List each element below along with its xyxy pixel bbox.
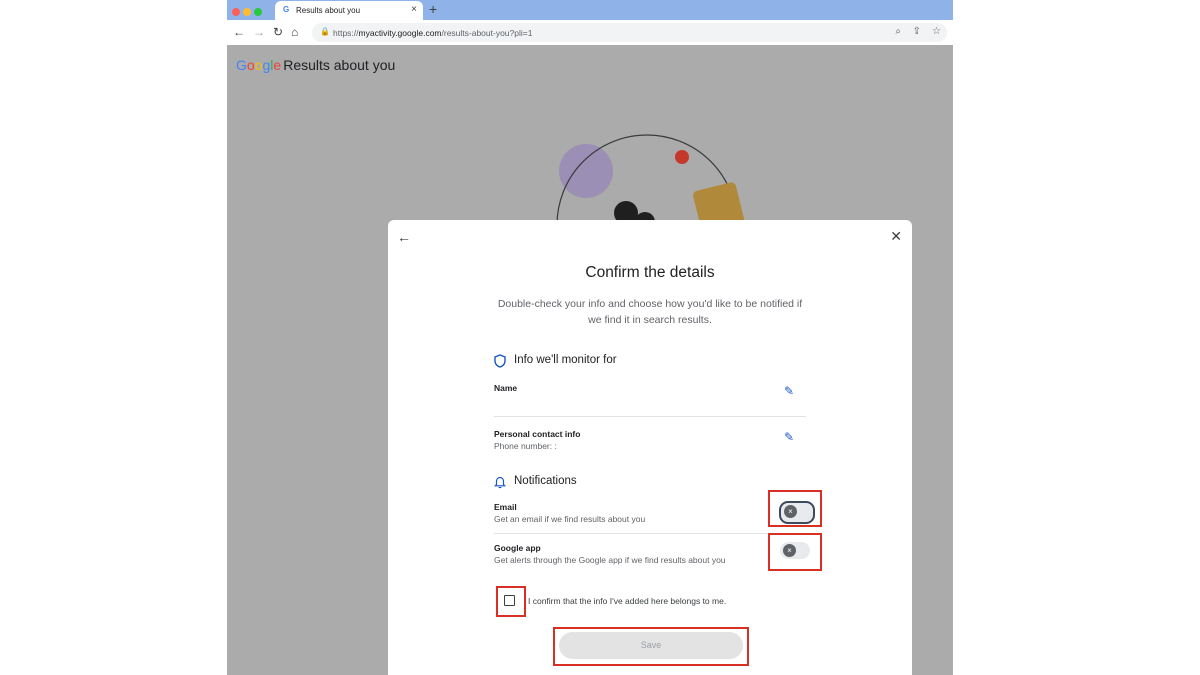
email-label: Email bbox=[494, 502, 517, 512]
divider bbox=[494, 533, 806, 534]
highlight-confirm-checkbox bbox=[496, 586, 526, 617]
divider bbox=[494, 416, 806, 417]
highlight-app-toggle bbox=[768, 533, 822, 571]
highlight-save-button bbox=[553, 627, 749, 666]
google-app-description: Get alerts through the Google app if we … bbox=[494, 555, 726, 565]
email-description: Get an email if we find results about yo… bbox=[494, 514, 646, 524]
browser-window: G Results about you × + ← → ↻ ⌂ 🔒 https:… bbox=[227, 0, 953, 675]
dialog-back-icon[interactable]: ← bbox=[397, 229, 411, 245]
edit-name-pencil-icon[interactable]: ✎ bbox=[784, 384, 794, 398]
confirm-details-dialog: ← ✕ Confirm the details Double-check you… bbox=[388, 220, 912, 675]
contact-label: Personal contact info bbox=[494, 429, 581, 439]
shield-icon bbox=[494, 354, 506, 368]
dialog-close-icon[interactable]: ✕ bbox=[890, 228, 902, 245]
illustration-red-dot bbox=[675, 150, 689, 164]
contact-value: Phone number: : bbox=[494, 441, 557, 451]
name-label: Name bbox=[494, 383, 518, 393]
highlight-email-toggle bbox=[768, 490, 822, 527]
edit-contact-pencil-icon[interactable]: ✎ bbox=[784, 430, 794, 444]
dialog-subtitle: Double-check your info and choose how yo… bbox=[497, 298, 803, 326]
google-app-label: Google app bbox=[494, 543, 541, 553]
dialog-title: Confirm the details bbox=[585, 264, 715, 281]
illustration-purple-circle bbox=[559, 144, 613, 198]
bell-icon bbox=[494, 476, 506, 489]
notifications-heading: Notifications bbox=[514, 475, 577, 487]
confirm-text: I confirm that the info I've added here … bbox=[528, 596, 727, 606]
monitor-heading: Info we'll monitor for bbox=[514, 354, 617, 366]
